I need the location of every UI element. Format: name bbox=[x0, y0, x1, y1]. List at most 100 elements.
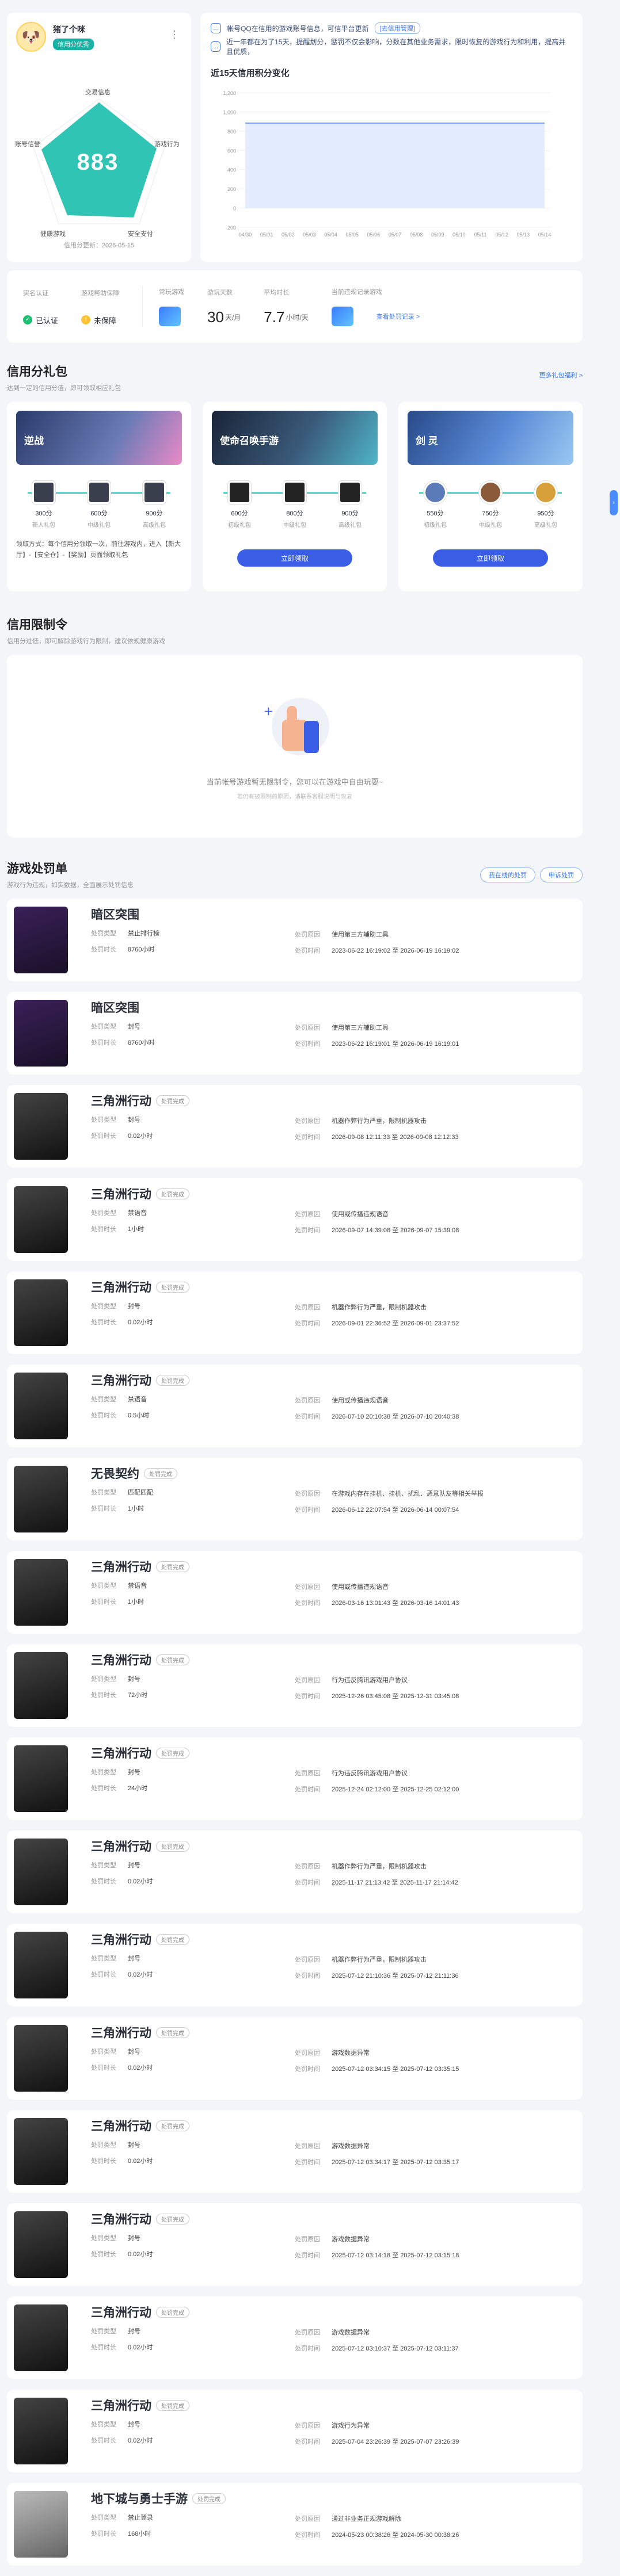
status-badge: 处罚完成 bbox=[156, 1281, 189, 1293]
game-icon[interactable] bbox=[331, 307, 353, 326]
penalty-type: 禁止登录 bbox=[128, 2514, 153, 2521]
gift-section: 信用分礼包 达到一定的信用分值，即可领取相应礼包 更多礼包福利 > 逆战 300… bbox=[7, 362, 583, 591]
reward-item[interactable]: 750分 中级礼包 bbox=[470, 481, 511, 529]
reward-item[interactable]: 900分 高级礼包 bbox=[330, 481, 370, 529]
status-badge: 处罚完成 bbox=[144, 1467, 177, 1479]
more-icon[interactable]: ⋮ bbox=[169, 29, 180, 41]
claim-button[interactable]: 立即领取 bbox=[237, 549, 352, 567]
check-icon: ✓ bbox=[23, 315, 32, 324]
penalty-reason: 机器作弊行为严重，限制机器攻击 bbox=[332, 1304, 427, 1311]
penalty-card: 三角洲行动 处罚完成 处罚类型 禁语音 处罚时长 0.5小时 处罚原因 使用或传播违规语… bbox=[7, 1365, 583, 1447]
penalty-reason: 游戏数据异常 bbox=[332, 2329, 370, 2336]
penalty-time: 2025-12-24 02:12:00 至 2025-12-25 02:12:0… bbox=[332, 1786, 459, 1793]
penalty-card: 无畏契约 处罚完成 处罚类型 匹配匹配 处罚时长 1小时 处罚原因 在游戏内存在挂机、挂… bbox=[7, 1458, 583, 1541]
reward-item[interactable]: 600分 初级礼包 bbox=[219, 481, 260, 529]
svg-text:+: + bbox=[264, 704, 273, 718]
reward-item[interactable]: 600分 中级礼包 bbox=[79, 481, 119, 529]
game-icon[interactable] bbox=[159, 307, 181, 326]
reward-item[interactable]: 950分 高级礼包 bbox=[526, 481, 566, 529]
status-badge: 处罚完成 bbox=[156, 1374, 189, 1386]
penalty-card: 暗区突围 处罚类型 封号 处罚时长 8760小时 处罚原因 使用第三方辅助工具 处罚时… bbox=[7, 992, 583, 1075]
penalty-duration: 8760小时 bbox=[128, 946, 155, 953]
gift-desc: 领取方式：每个信用分领取一次，前往游戏内，进入【新大厅】-【安全仓】-【奖励】页… bbox=[16, 541, 181, 559]
penalty-game-name: 三角洲行动 bbox=[91, 2120, 151, 2133]
appeal-button[interactable]: 申诉处罚 bbox=[540, 867, 583, 882]
game-cover bbox=[14, 2025, 68, 2092]
penalty-time: 2025-07-12 03:34:15 至 2025-07-12 03:35:1… bbox=[332, 2066, 459, 2073]
x-tick-label: 05/03 bbox=[303, 232, 316, 238]
penalty-type: 封号 bbox=[128, 1676, 140, 1683]
x-tick-label: 05/07 bbox=[389, 232, 402, 238]
penalty-reason: 使用或传播违规语音 bbox=[332, 1584, 389, 1591]
game-stat: 常玩游戏 bbox=[159, 287, 184, 326]
my-penalty-button[interactable]: 我在线的处罚 bbox=[480, 867, 535, 882]
penalty-game-name: 暗区突围 bbox=[91, 908, 139, 922]
penalty-type: 封号 bbox=[128, 2328, 140, 2335]
penalty-reason: 行为违反腾讯游戏用户协议 bbox=[332, 1770, 408, 1777]
status-badge: 处罚完成 bbox=[156, 1840, 189, 1852]
status-badge: 处罚完成 bbox=[156, 1188, 189, 1199]
y-tick-label: 400 bbox=[227, 167, 236, 173]
claim-button[interactable]: 立即领取 bbox=[433, 549, 548, 567]
x-tick-label: 05/05 bbox=[345, 232, 359, 238]
penalty-game-name: 三角洲行动 bbox=[91, 2306, 151, 2319]
status-badge: 处罚完成 bbox=[156, 2120, 189, 2131]
penalty-reason: 使用第三方辅助工具 bbox=[332, 1025, 389, 1031]
penalty-type: 封号 bbox=[128, 1303, 140, 1310]
recent-stat: 当前违规记录游戏 查看处罚记录 > bbox=[331, 287, 420, 326]
penalty-reason: 游戏数据异常 bbox=[332, 2143, 370, 2150]
penalty-card: 三角洲行动 处罚完成 处罚类型 封号 处罚时长 0.02小时 处罚原因 机器作弊行为严重… bbox=[7, 1271, 583, 1354]
penalty-type: 封号 bbox=[128, 1955, 140, 1962]
penalty-reason: 使用或传播违规语音 bbox=[332, 1211, 389, 1218]
restrict-section: 信用限制令 信用分过低，即可解除游戏行为限制，建议依规健康游戏 + 当前帐号游戏… bbox=[7, 616, 583, 838]
penalty-duration: 8760小时 bbox=[128, 1039, 155, 1046]
penalty-type: 封号 bbox=[128, 1769, 140, 1776]
penalty-card: 暗区突围 处罚类型 禁止排行榜 处罚时长 8760小时 处罚原因 使用第三方辅助工具 … bbox=[7, 899, 583, 981]
penalty-time: 2026-06-12 22:07:54 至 2026-06-14 00:07:5… bbox=[332, 1507, 459, 1514]
stats-bar: 实名认证 ✓ 已认证 游戏帮助保障 ! 未保障 常玩游戏 游玩天数 30 天/月 平均… bbox=[7, 270, 583, 343]
reward-item[interactable]: 550分 初级礼包 bbox=[415, 481, 455, 529]
y-tick-label: 1,000 bbox=[223, 109, 236, 115]
penalty-reason: 行为违反腾讯游戏用户协议 bbox=[332, 1677, 408, 1684]
game-cover bbox=[14, 2118, 68, 2185]
game-cover bbox=[14, 1373, 68, 1439]
message-icon: … bbox=[211, 41, 221, 52]
penalty-record-link[interactable]: 查看处罚记录 > bbox=[376, 312, 420, 321]
update-time: 信用分更新：2026-05-15 bbox=[63, 242, 135, 249]
reward-item[interactable]: 300分 新人礼包 bbox=[24, 481, 64, 529]
reward-item[interactable]: 800分 中级礼包 bbox=[275, 481, 315, 529]
divider bbox=[142, 286, 143, 327]
penalty-time: 2023-06-22 16:19:02 至 2026-06-19 16:19:0… bbox=[332, 947, 459, 954]
restrict-empty: + 当前帐号游戏暂无限制令，您可以在游戏中自由玩耍~ 若仍有被限制的原因，请联系… bbox=[7, 655, 583, 838]
message-icon: … bbox=[211, 23, 221, 33]
auth-stat: 实名认证 ✓ 已认证 bbox=[23, 289, 59, 325]
y-tick-label: 200 bbox=[227, 186, 236, 192]
penalty-game-name: 三角洲行动 bbox=[91, 1281, 151, 1294]
penalty-type: 封号 bbox=[128, 2048, 140, 2055]
x-tick-label: 05/02 bbox=[282, 232, 295, 238]
penalty-card: 三角洲行动 处罚完成 处罚类型 封号 处罚时长 0.02小时 处罚原因 机器作弊行为严重… bbox=[7, 1924, 583, 2006]
penalty-duration: 168小时 bbox=[128, 2531, 151, 2537]
reward-item[interactable]: 900分 高级礼包 bbox=[134, 481, 174, 529]
game-cover bbox=[14, 2304, 68, 2371]
penalty-time: 2026-03-16 13:01:43 至 2026-03-16 14:01:4… bbox=[332, 1600, 459, 1607]
more-gifts-link[interactable]: 更多礼包福利 > bbox=[539, 370, 583, 380]
penalty-duration: 0.02小时 bbox=[128, 1319, 153, 1326]
notice-2: … 近一年都在为了15天，提醒划分，惩罚不仅会影响，分数在其他业务需求，限时恢复… bbox=[211, 38, 572, 56]
game-cover bbox=[14, 1093, 68, 1160]
game-cover bbox=[14, 1559, 68, 1626]
game-cover bbox=[14, 1279, 68, 1346]
penalty-card: 三角洲行动 处罚完成 处罚类型 封号 处罚时长 0.02小时 处罚原因 游戏数据异常 处… bbox=[7, 2203, 583, 2286]
status-badge: 处罚完成 bbox=[156, 2306, 189, 2318]
penalty-game-name: 三角洲行动 bbox=[91, 1840, 151, 1853]
penalty-reason: 机器作弊行为严重，限制机器攻击 bbox=[332, 1863, 427, 1870]
credit-badge: 信用分优秀 bbox=[53, 39, 94, 50]
credit-manage-link[interactable]: [去信用管理] bbox=[374, 22, 420, 34]
status-badge: 处罚完成 bbox=[156, 1933, 189, 1945]
section-title: 信用限制令 bbox=[7, 618, 67, 632]
radar-label: 安全支付 bbox=[128, 231, 153, 238]
penalty-type: 封号 bbox=[128, 2421, 140, 2428]
scroll-right-icon[interactable]: › bbox=[610, 490, 618, 515]
gift-game-name: 使命召唤手游 bbox=[220, 435, 279, 446]
avatar[interactable]: 🐶 bbox=[16, 22, 46, 52]
